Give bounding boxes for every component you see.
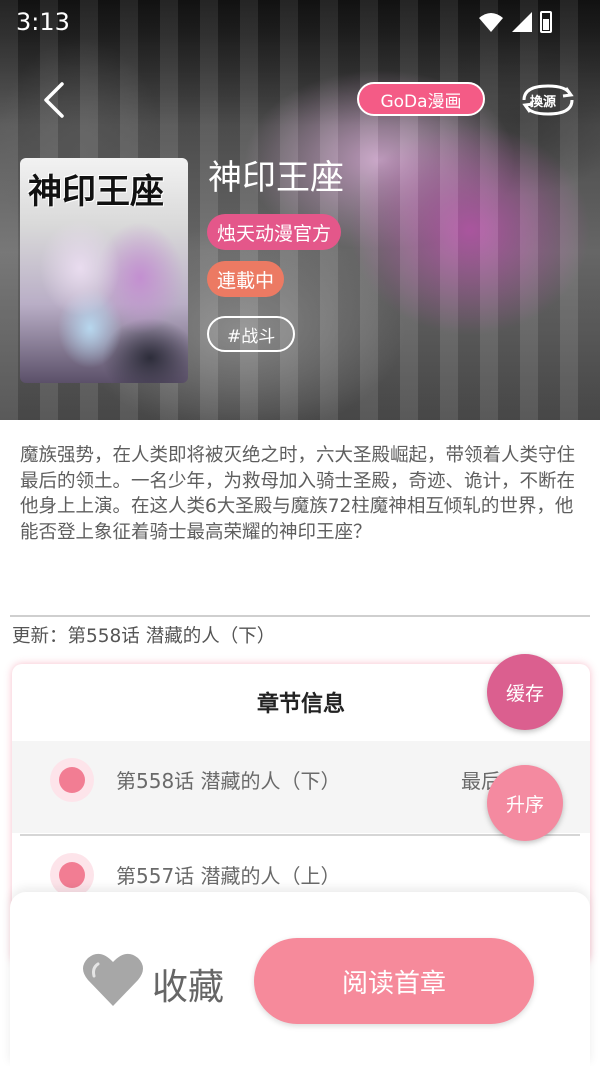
- battery-icon: [540, 11, 552, 33]
- sort-button[interactable]: 升序: [487, 765, 563, 841]
- signal-icon: [512, 12, 532, 32]
- comic-description: 魔族强势，在人类即将被灭绝之时，六大圣殿崛起，带领着人类守住最后的领土。一名少年…: [20, 445, 576, 543]
- chapter-dot-icon: [50, 853, 94, 897]
- cache-button[interactable]: 缓存: [487, 654, 563, 730]
- divider: [10, 615, 590, 617]
- source-chip[interactable]: GoDa漫画: [357, 82, 485, 116]
- status-bar: 3:13: [0, 0, 600, 48]
- status-chip: 連載中: [207, 261, 285, 297]
- status-time: 3:13: [16, 8, 70, 36]
- chapter-dot-icon: [50, 758, 94, 802]
- status-icons: [478, 10, 552, 34]
- back-button[interactable]: [36, 80, 76, 120]
- switch-source-label: 換源: [530, 95, 557, 110]
- chapter-name: 第558话 潜藏的人（下）: [116, 769, 341, 793]
- comic-cover[interactable]: 神印王座: [20, 158, 188, 383]
- heart-icon[interactable]: [82, 950, 144, 1008]
- comic-title: 神印王座: [208, 158, 344, 198]
- genre-chip[interactable]: #战斗: [207, 316, 296, 352]
- switch-source-button[interactable]: 換源: [518, 82, 578, 118]
- wifi-icon: [479, 13, 503, 32]
- bottom-bar: 收藏 阅读首章: [10, 892, 590, 1066]
- read-first-chapter-button[interactable]: 阅读首章: [254, 938, 534, 1024]
- favorite-label[interactable]: 收藏: [152, 958, 224, 1010]
- chapter-name: 第557话 潜藏的人（上）: [116, 864, 341, 888]
- author-chip[interactable]: 烛天动漫官方: [207, 214, 342, 250]
- latest-update: 更新：第558话 潜藏的人（下）: [12, 626, 276, 647]
- cover-title: 神印王座: [28, 172, 164, 212]
